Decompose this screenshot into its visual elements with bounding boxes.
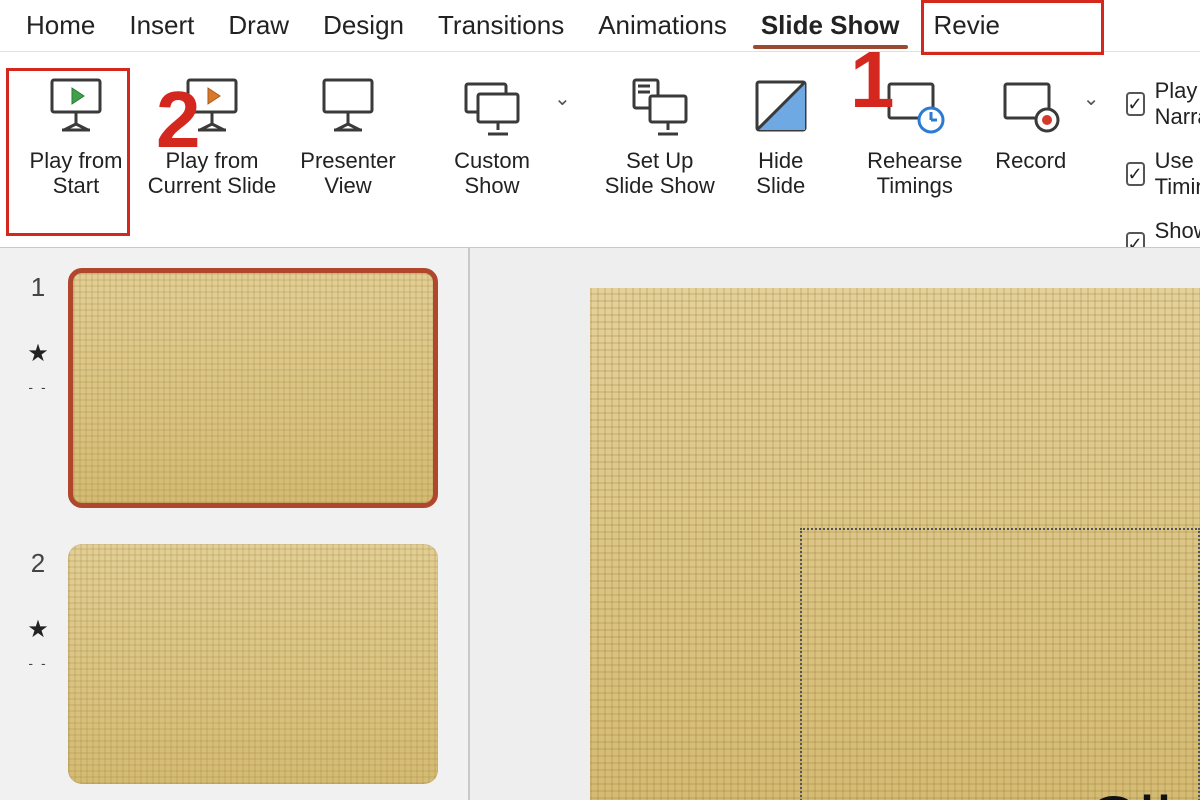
tab-animations[interactable]: Animations bbox=[584, 4, 741, 47]
hide-slide-button[interactable]: Hide Slide bbox=[731, 64, 831, 205]
hide-slide-label-1: Hide bbox=[758, 148, 803, 173]
slide-thumb-1-preview bbox=[68, 268, 438, 508]
checkbox-checked-icon: ✓ bbox=[1126, 162, 1145, 186]
show-media-checkbox[interactable]: ✓ Show Med bbox=[1126, 218, 1200, 248]
presenter-view-label-2: View bbox=[324, 173, 371, 198]
rehearse-timings-button[interactable]: Rehearse Timings bbox=[855, 64, 975, 205]
play-narrations-checkbox[interactable]: ✓ Play Narra bbox=[1126, 78, 1200, 130]
menu-bar: Home Insert Draw Design Transitions Anim… bbox=[0, 0, 1200, 52]
presenter-view-label-1: Presenter bbox=[300, 148, 395, 173]
tab-slide-show[interactable]: Slide Show bbox=[747, 4, 914, 47]
record-button[interactable]: Record bbox=[981, 64, 1081, 179]
tab-home[interactable]: Home bbox=[12, 4, 109, 47]
play-from-start-label-2: Start bbox=[53, 173, 99, 198]
rehearse-label-1: Rehearse bbox=[867, 148, 962, 173]
animation-ticks-icon: - - bbox=[28, 655, 47, 671]
placeholder-hint-text: Clic bbox=[1086, 782, 1200, 800]
title-placeholder[interactable] bbox=[800, 528, 1200, 800]
custom-show-button[interactable]: Custom Show bbox=[432, 64, 552, 205]
record-icon bbox=[999, 74, 1063, 138]
custom-show-label-1: Custom bbox=[454, 148, 530, 173]
play-from-current-label-2: Current Slide bbox=[148, 173, 276, 198]
hide-slide-icon bbox=[749, 74, 813, 138]
custom-show-icon bbox=[460, 74, 524, 138]
presenter-view-icon bbox=[316, 74, 380, 138]
checkbox-checked-icon: ✓ bbox=[1126, 232, 1145, 248]
play-narrations-label: Play Narra bbox=[1155, 78, 1200, 130]
play-from-start-label-1: Play from bbox=[30, 148, 123, 173]
tab-design[interactable]: Design bbox=[309, 4, 418, 47]
slide-thumbnail-1[interactable]: 1 ★ - - bbox=[18, 268, 450, 508]
current-slide-canvas[interactable]: Clic bbox=[590, 288, 1200, 800]
animation-ticks-icon: - - bbox=[28, 379, 47, 395]
set-up-slide-show-button[interactable]: Set Up Slide Show bbox=[595, 64, 725, 205]
chevron-down-icon[interactable]: ⌄ bbox=[552, 64, 571, 111]
animation-star-icon: ★ bbox=[18, 615, 58, 644]
slide-number-2: 2 bbox=[31, 548, 45, 578]
rehearse-label-2: Timings bbox=[877, 173, 953, 198]
workspace: 1 ★ - - 2 ★ - - Clic bbox=[0, 248, 1200, 800]
play-from-current-label-1: Play from bbox=[166, 148, 259, 173]
use-timings-checkbox[interactable]: ✓ Use Timin bbox=[1126, 148, 1200, 200]
rehearse-timings-icon bbox=[883, 74, 947, 138]
use-timings-label: Use Timin bbox=[1155, 148, 1200, 200]
play-from-current-button[interactable]: Play from Current Slide bbox=[142, 64, 282, 205]
set-up-label-2: Slide Show bbox=[605, 173, 715, 198]
slide-thumbnail-2[interactable]: 2 ★ - - bbox=[18, 544, 450, 784]
play-from-current-icon bbox=[180, 74, 244, 138]
tab-draw[interactable]: Draw bbox=[214, 4, 303, 47]
set-up-slide-show-icon bbox=[628, 74, 692, 138]
slide-number-1: 1 bbox=[31, 272, 45, 302]
record-label-1: Record bbox=[995, 148, 1066, 173]
custom-show-label-2: Show bbox=[464, 173, 519, 198]
hide-slide-label-2: Slide bbox=[756, 173, 805, 198]
animation-star-icon: ★ bbox=[18, 339, 58, 368]
slide-editor: Clic bbox=[470, 248, 1200, 800]
set-up-label-1: Set Up bbox=[626, 148, 693, 173]
slide-thumb-2-preview bbox=[68, 544, 438, 784]
checkbox-checked-icon: ✓ bbox=[1126, 92, 1145, 116]
play-from-start-icon bbox=[44, 74, 108, 138]
show-media-label: Show Med bbox=[1155, 218, 1200, 248]
tab-transitions[interactable]: Transitions bbox=[424, 4, 578, 47]
play-from-start-button[interactable]: Play from Start bbox=[16, 64, 136, 205]
ribbon-slide-show: Play from Start Play from Current Slide bbox=[0, 52, 1200, 248]
slide-thumbnail-panel: 1 ★ - - 2 ★ - - bbox=[0, 248, 470, 800]
tab-review[interactable]: Revie bbox=[920, 4, 1014, 47]
tab-insert[interactable]: Insert bbox=[115, 4, 208, 47]
chevron-down-icon[interactable]: ⌄ bbox=[1081, 64, 1100, 111]
presenter-view-button[interactable]: Presenter View bbox=[288, 64, 408, 205]
